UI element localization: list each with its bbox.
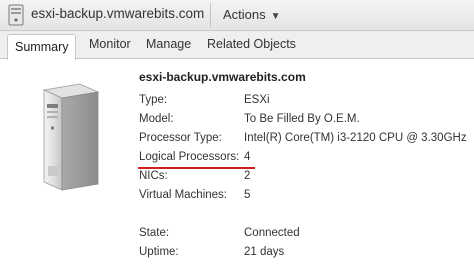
logical-processors-value: 4	[244, 151, 251, 163]
nics-value: 2	[244, 170, 251, 182]
state-label: State:	[139, 227, 170, 239]
virtual-machines-label: Virtual Machines:	[139, 189, 227, 201]
tab-summary[interactable]: Summary	[7, 34, 77, 60]
processor-type-value: Intel(R) Core(TM) i3-2120 CPU @ 3.30GHz	[244, 132, 467, 144]
tab-monitor[interactable]: Monitor	[89, 37, 131, 51]
model-label: Model:	[139, 113, 174, 125]
host-name: esxi-backup.vmwarebits.com	[139, 70, 306, 84]
tab-related-objects[interactable]: Related Objects	[207, 37, 296, 51]
model-value: To Be Filled By O.E.M.	[244, 113, 360, 125]
actions-button[interactable]: Actions ▼	[217, 3, 287, 27]
logical-processors-label: Logical Processors:	[139, 151, 240, 163]
summary-panel: esxi-backup.vmwarebits.com Type: ESXi Mo…	[0, 60, 474, 271]
nics-label: NICs:	[139, 170, 168, 182]
uptime-label: Uptime:	[139, 246, 179, 258]
highlight-underline	[138, 167, 255, 169]
type-value: ESXi	[244, 94, 270, 106]
actions-label: Actions	[223, 7, 266, 22]
page-title: esxi-backup.vmwarebits.com	[31, 6, 205, 21]
host-icon	[8, 4, 24, 26]
tab-bar: Summary Monitor Manage Related Objects	[0, 31, 474, 60]
title-separator	[210, 3, 211, 27]
tab-manage[interactable]: Manage	[146, 37, 191, 51]
uptime-value: 21 days	[244, 246, 285, 258]
title-bar: esxi-backup.vmwarebits.com Actions ▼	[0, 0, 474, 31]
state-value: Connected	[244, 227, 300, 239]
type-label: Type:	[139, 94, 168, 106]
virtual-machines-value: 5	[244, 189, 251, 201]
processor-type-label: Processor Type:	[139, 132, 222, 144]
server-tower-icon	[42, 83, 100, 191]
chevron-down-icon: ▼	[270, 11, 281, 22]
